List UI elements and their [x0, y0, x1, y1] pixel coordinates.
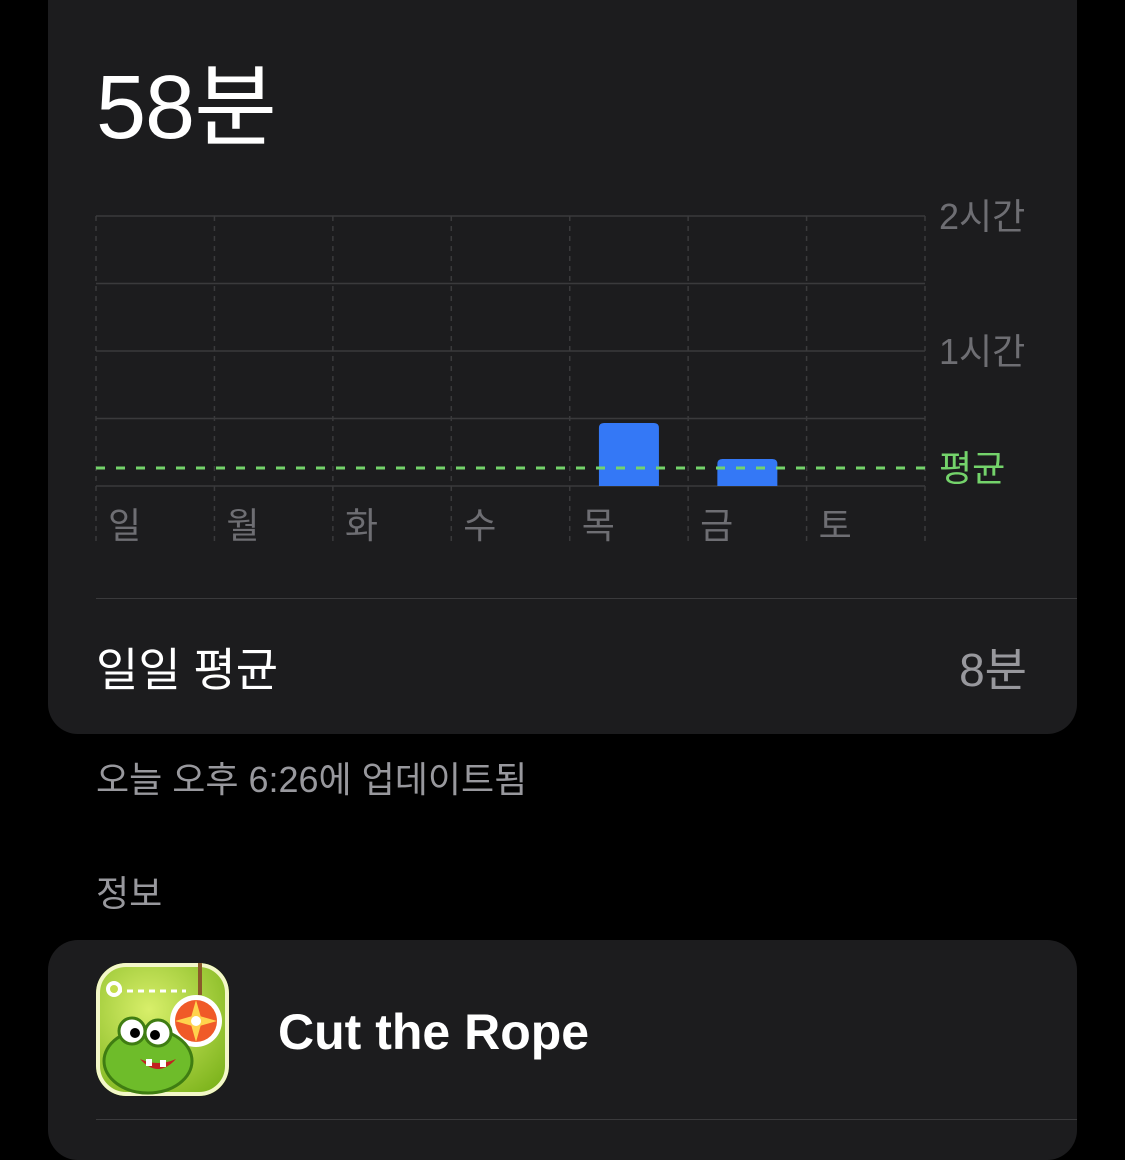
divider: [96, 1119, 1077, 1120]
x-axis-label-일: 일: [108, 505, 141, 546]
daily-average-value: 8분: [959, 644, 1027, 696]
usage-bar-금: [717, 459, 778, 486]
x-axis-label-화: 화: [345, 505, 378, 546]
x-axis-label-토: 토: [819, 505, 852, 546]
cut-the-rope-app-icon: [96, 963, 229, 1096]
x-axis-label-수: 수: [463, 505, 496, 546]
x-axis-label-금: 금: [700, 505, 733, 546]
daily-average-label: 일일 평균: [96, 644, 279, 696]
section-header-info: 정보: [96, 873, 163, 914]
average-line-label: 평균: [939, 448, 1005, 489]
app-name: Cut the Rope: [278, 1004, 590, 1060]
divider: [96, 598, 1077, 599]
y-axis-tick-label: 1시간: [939, 331, 1025, 372]
last-updated-text: 오늘 오후 6:26에 업데이트됨: [96, 759, 528, 800]
y-axis-tick-label: 2시간: [939, 196, 1025, 237]
usage-bar-목: [598, 423, 659, 486]
x-axis-label-목: 목: [582, 505, 615, 546]
weekly-usage-chart: 2시간 1시간평균일 월 화 수 목 금 토: [95, 196, 1025, 546]
x-axis-label-월: 월: [226, 505, 259, 546]
